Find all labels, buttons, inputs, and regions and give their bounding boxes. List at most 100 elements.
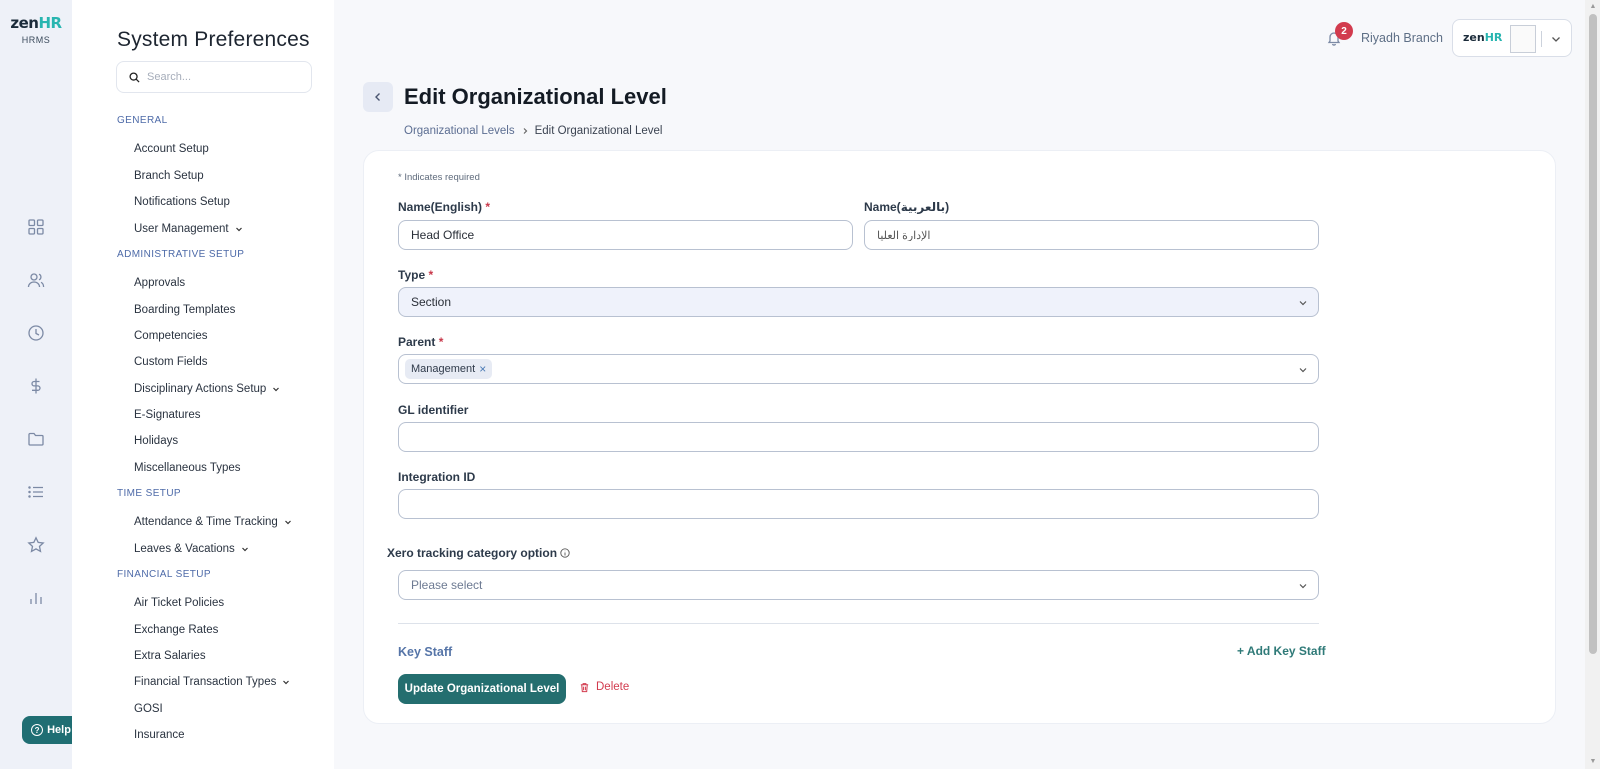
folder-icon[interactable] (27, 430, 45, 448)
sidebar-item-insurance[interactable]: Insurance (134, 729, 185, 741)
logo-main-text: zen (10, 14, 39, 32)
integration-id-field[interactable] (398, 489, 1319, 519)
zenhr-logo[interactable]: zenHR HRMS (0, 14, 72, 45)
sidebar-item-approvals[interactable]: Approvals (134, 277, 185, 289)
sidebar-item-financial-transaction-types[interactable]: Financial Transaction Types (134, 676, 290, 688)
section-heading-time: TIME SETUP (117, 488, 182, 499)
name-english-input[interactable] (411, 228, 840, 242)
sidebar-item-gosi[interactable]: GOSI (134, 703, 163, 715)
scroll-up-icon[interactable]: ▲ (1589, 3, 1597, 11)
parent-chip: Management × (405, 359, 493, 379)
star-icon[interactable] (27, 536, 45, 554)
sidebar-title: System Preferences (117, 28, 310, 51)
chevron-down-icon (284, 520, 291, 525)
divider (1541, 31, 1542, 47)
delete-label: Delete (596, 681, 630, 693)
xero-placeholder: Please select (411, 578, 483, 592)
name-arabic-field[interactable] (864, 220, 1319, 250)
list-icon[interactable] (27, 483, 45, 501)
chevron-right-icon (523, 128, 527, 134)
dashboard-icon[interactable] (27, 218, 45, 236)
chevron-down-icon (241, 547, 248, 552)
breadcrumb-current: Edit Organizational Level (534, 125, 663, 137)
sidebar-item-notifications-setup[interactable]: Notifications Setup (134, 196, 230, 208)
breadcrumb: Organizational Levels Edit Organizationa… (404, 125, 662, 137)
info-icon[interactable] (560, 548, 570, 558)
icon-rail: zenHR HRMS (0, 0, 72, 769)
name-arabic-input[interactable] (877, 229, 1306, 241)
clock-icon[interactable] (27, 324, 45, 342)
logo-accent-text: HR (38, 14, 62, 32)
help-label: Help (47, 724, 71, 736)
type-select[interactable]: Section (398, 287, 1319, 317)
back-button[interactable] (363, 82, 393, 112)
page-title: Edit Organizational Level (404, 84, 667, 109)
xero-select[interactable]: Please select (398, 570, 1319, 600)
chevron-down-icon (283, 680, 290, 685)
chevron-down-icon (1299, 368, 1307, 373)
chevron-down-icon (273, 387, 280, 392)
section-heading-financial: FINANCIAL SETUP (117, 569, 211, 580)
sidebar-item-exchange-rates[interactable]: Exchange Rates (134, 624, 218, 636)
gl-identifier-label: GL identifier (398, 403, 469, 417)
type-selected-value: Section (411, 295, 452, 309)
sidebar-item-user-management[interactable]: User Management (134, 223, 243, 235)
sidebar-item-competencies[interactable]: Competencies (134, 330, 208, 342)
search-icon (129, 71, 140, 83)
sidebar-item-air-ticket-policies[interactable]: Air Ticket Policies (134, 597, 224, 609)
divider (398, 623, 1319, 624)
chevron-down-icon[interactable] (1550, 33, 1562, 45)
gl-identifier-input[interactable] (411, 430, 1306, 444)
section-heading-administrative: ADMINISTRATIVE SETUP (117, 249, 245, 260)
sidebar-item-holidays[interactable]: Holidays (134, 435, 178, 447)
sidebar-search[interactable] (116, 61, 312, 93)
key-staff-heading: Key Staff (398, 645, 453, 659)
integration-id-label: Integration ID (398, 470, 476, 484)
trash-icon (580, 682, 589, 692)
chevron-down-icon (1299, 584, 1307, 589)
name-english-field[interactable] (398, 220, 853, 250)
search-input[interactable] (147, 71, 297, 83)
scroll-down-icon[interactable]: ▼ (1589, 758, 1597, 766)
sidebar-item-custom-fields[interactable]: Custom Fields (134, 356, 208, 368)
gl-identifier-field[interactable] (398, 422, 1319, 452)
chevron-down-icon (1299, 301, 1307, 306)
sidebar-item-account-setup[interactable]: Account Setup (134, 143, 209, 155)
company-logo: zenHR (1463, 31, 1503, 44)
sidebar-item-e-signatures[interactable]: E-Signatures (134, 409, 200, 421)
section-heading-general: GENERAL (117, 115, 168, 126)
bar-chart-icon[interactable] (27, 589, 45, 607)
integration-id-input[interactable] (411, 497, 1306, 511)
chevron-down-icon (235, 227, 242, 232)
parent-label: Parent * (398, 335, 444, 349)
sidebar-item-leaves-vacations[interactable]: Leaves & Vacations (134, 543, 249, 555)
sidebar-item-extra-salaries[interactable]: Extra Salaries (134, 650, 206, 662)
people-icon[interactable] (27, 271, 45, 289)
branch-selector[interactable]: Riyadh Branch (1361, 31, 1443, 45)
sidebar-item-branch-setup[interactable]: Branch Setup (134, 170, 204, 182)
dollar-icon[interactable] (27, 377, 45, 395)
settings-sidebar: System Preferences GENERAL Account Setup… (72, 0, 334, 769)
type-label: Type * (398, 268, 434, 282)
logo-subtitle: HRMS (21, 35, 51, 45)
chevron-left-icon (375, 93, 380, 101)
remove-chip-icon[interactable]: × (479, 362, 486, 376)
scrollbar-thumb[interactable] (1589, 14, 1597, 654)
account-menu[interactable]: zenHR (1452, 19, 1572, 57)
sidebar-item-disciplinary-actions-setup[interactable]: Disciplinary Actions Setup (134, 383, 280, 395)
update-organizational-level-button[interactable]: Update Organizational Level (398, 674, 566, 704)
sidebar-item-miscellaneous-types[interactable]: Miscellaneous Types (134, 462, 241, 474)
question-icon: ? (31, 724, 44, 736)
parent-chip-label: Management (411, 363, 476, 375)
required-note: * Indicates required (398, 172, 480, 183)
notification-count-badge[interactable]: 2 (1335, 22, 1353, 40)
sidebar-item-boarding-templates[interactable]: Boarding Templates (134, 304, 235, 316)
xero-label: Xero tracking category option (387, 546, 570, 560)
delete-button[interactable]: Delete (579, 681, 629, 693)
avatar (1510, 25, 1536, 53)
breadcrumb-link-organizational-levels[interactable]: Organizational Levels (404, 125, 515, 137)
parent-multiselect[interactable]: Management × (398, 354, 1319, 384)
add-key-staff-button[interactable]: + Add Key Staff (1237, 644, 1326, 658)
name-english-label: Name(English) * (398, 200, 491, 214)
sidebar-item-attendance-time-tracking[interactable]: Attendance & Time Tracking (134, 516, 292, 528)
